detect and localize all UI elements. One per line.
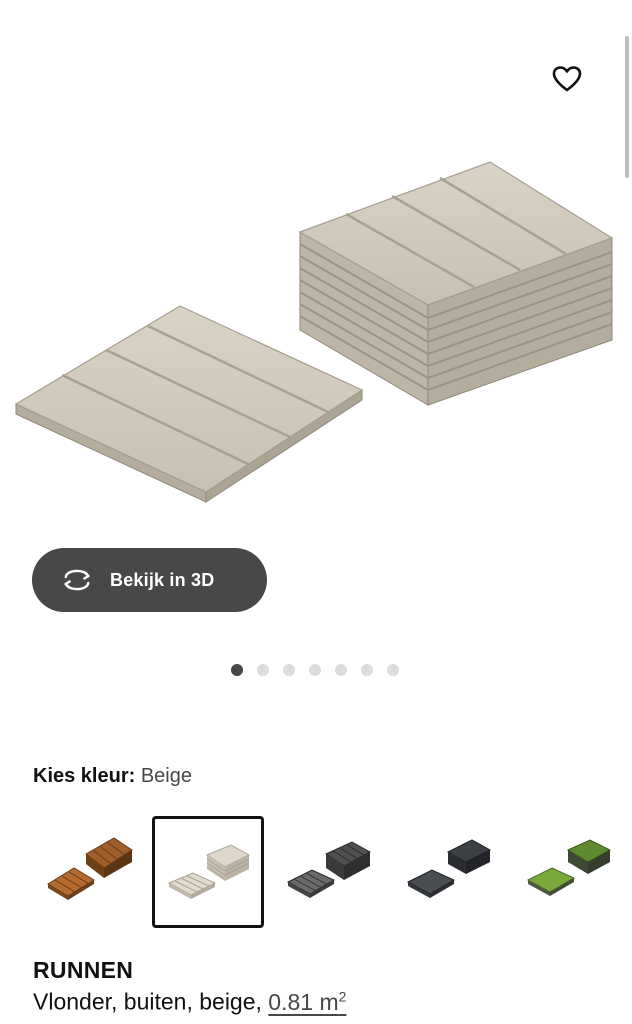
favorite-button[interactable] [548, 60, 586, 98]
product-image-viewer[interactable]: Bekijk in 3D [0, 0, 632, 676]
color-swatch-green[interactable] [520, 816, 632, 928]
product-name: RUNNEN [33, 957, 134, 983]
color-label: Kies kleur: [33, 765, 136, 787]
product-description-text: Vlonder, buiten, beige, [33, 988, 262, 1015]
heart-outline-icon [552, 66, 582, 92]
tile-stack [298, 161, 614, 406]
carousel-dot[interactable] [231, 664, 243, 676]
selected-color: Beige [140, 765, 192, 787]
carousel-dot[interactable] [387, 664, 399, 676]
color-swatch-grey[interactable] [280, 816, 392, 928]
product-image [14, 161, 614, 503]
image-carousel-dots [231, 664, 399, 676]
swatch-green-grass-tiles [526, 839, 612, 896]
carousel-dot[interactable] [361, 664, 373, 676]
product-area-unit-sup: 2 [338, 988, 347, 1004]
color-swatch-list [0, 816, 632, 930]
product-area-link[interactable]: 0.81 m2 [268, 988, 347, 1015]
carousel-dot[interactable] [335, 664, 347, 676]
color-swatch-brown[interactable] [36, 816, 148, 928]
color-swatch-dark-grey[interactable] [400, 816, 512, 928]
rotate-3d-icon [60, 568, 96, 592]
color-selection-label: Kies kleur: Beige [33, 765, 192, 788]
swatch-beige-tiles [167, 844, 251, 899]
swatch-grey-tiles [286, 841, 372, 898]
view-in-3d-label: Bekijk in 3D [110, 569, 215, 590]
product-description: Vlonder, buiten, beige, 0.81 m2 [33, 988, 346, 1016]
carousel-dot[interactable] [309, 664, 321, 676]
product-area-value: 0.81 m [268, 988, 339, 1015]
swatch-dark-grey-tiles [406, 839, 492, 898]
carousel-dot[interactable] [283, 664, 295, 676]
carousel-dot[interactable] [257, 664, 269, 676]
color-swatch-beige[interactable] [152, 816, 264, 928]
swatch-brown-tiles [47, 837, 133, 900]
view-in-3d-button[interactable]: Bekijk in 3D [32, 548, 267, 612]
